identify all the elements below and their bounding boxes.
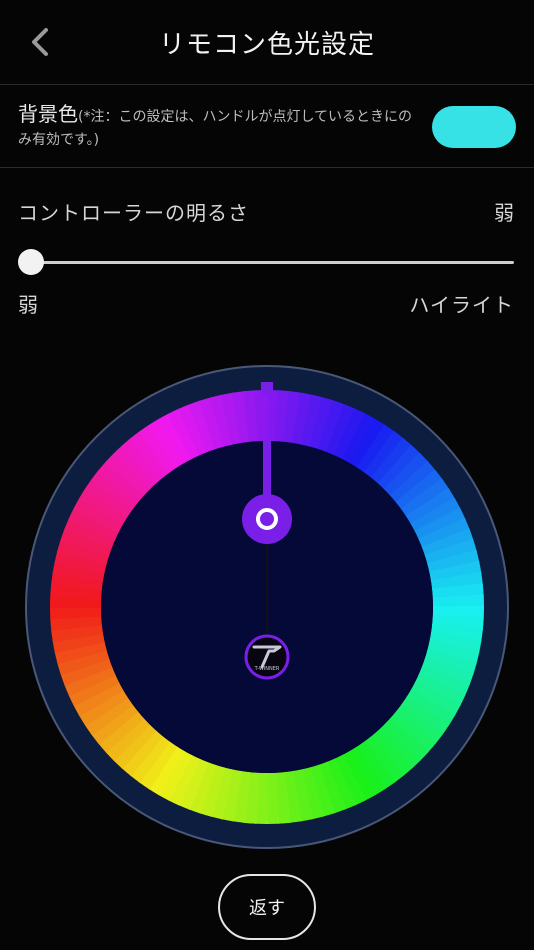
brightness-value: 弱 [494, 201, 514, 225]
page-title: リモコン色光設定 [158, 30, 375, 60]
background-color-toggle[interactable] [432, 106, 516, 148]
slider-knob[interactable] [18, 249, 44, 275]
slider-track [26, 261, 514, 264]
background-color-row: 背景色(*注：この設定は、ハンドルが点灯しているときにのみ有効です。) [0, 85, 534, 167]
background-color-note: (*注：この設定は、ハンドルが点灯しているときにのみ有効です。) [18, 109, 413, 148]
background-color-label-group: 背景色(*注：この設定は、ハンドルが点灯しているときにのみ有効です。) [18, 103, 418, 151]
t-brand-logo-icon: T-WINNER [244, 634, 290, 680]
divider [0, 167, 534, 168]
header: リモコン色光設定 [0, 0, 534, 84]
selector-dot [256, 508, 278, 530]
brightness-label: コントローラーの明るさ [18, 201, 249, 225]
hue-marker [261, 382, 273, 394]
background-color-label: 背景色 [18, 102, 78, 126]
brightness-min-label: 弱 [18, 293, 38, 317]
color-wheel-graphic[interactable]: T-WINNER [24, 364, 510, 850]
brightness-slider[interactable] [18, 248, 516, 276]
brightness-max-label: ハイライト [409, 293, 514, 317]
color-wheel[interactable]: T-WINNER [24, 364, 510, 850]
return-button[interactable]: 返す [218, 874, 316, 940]
logo-text: T-WINNER [254, 666, 280, 672]
